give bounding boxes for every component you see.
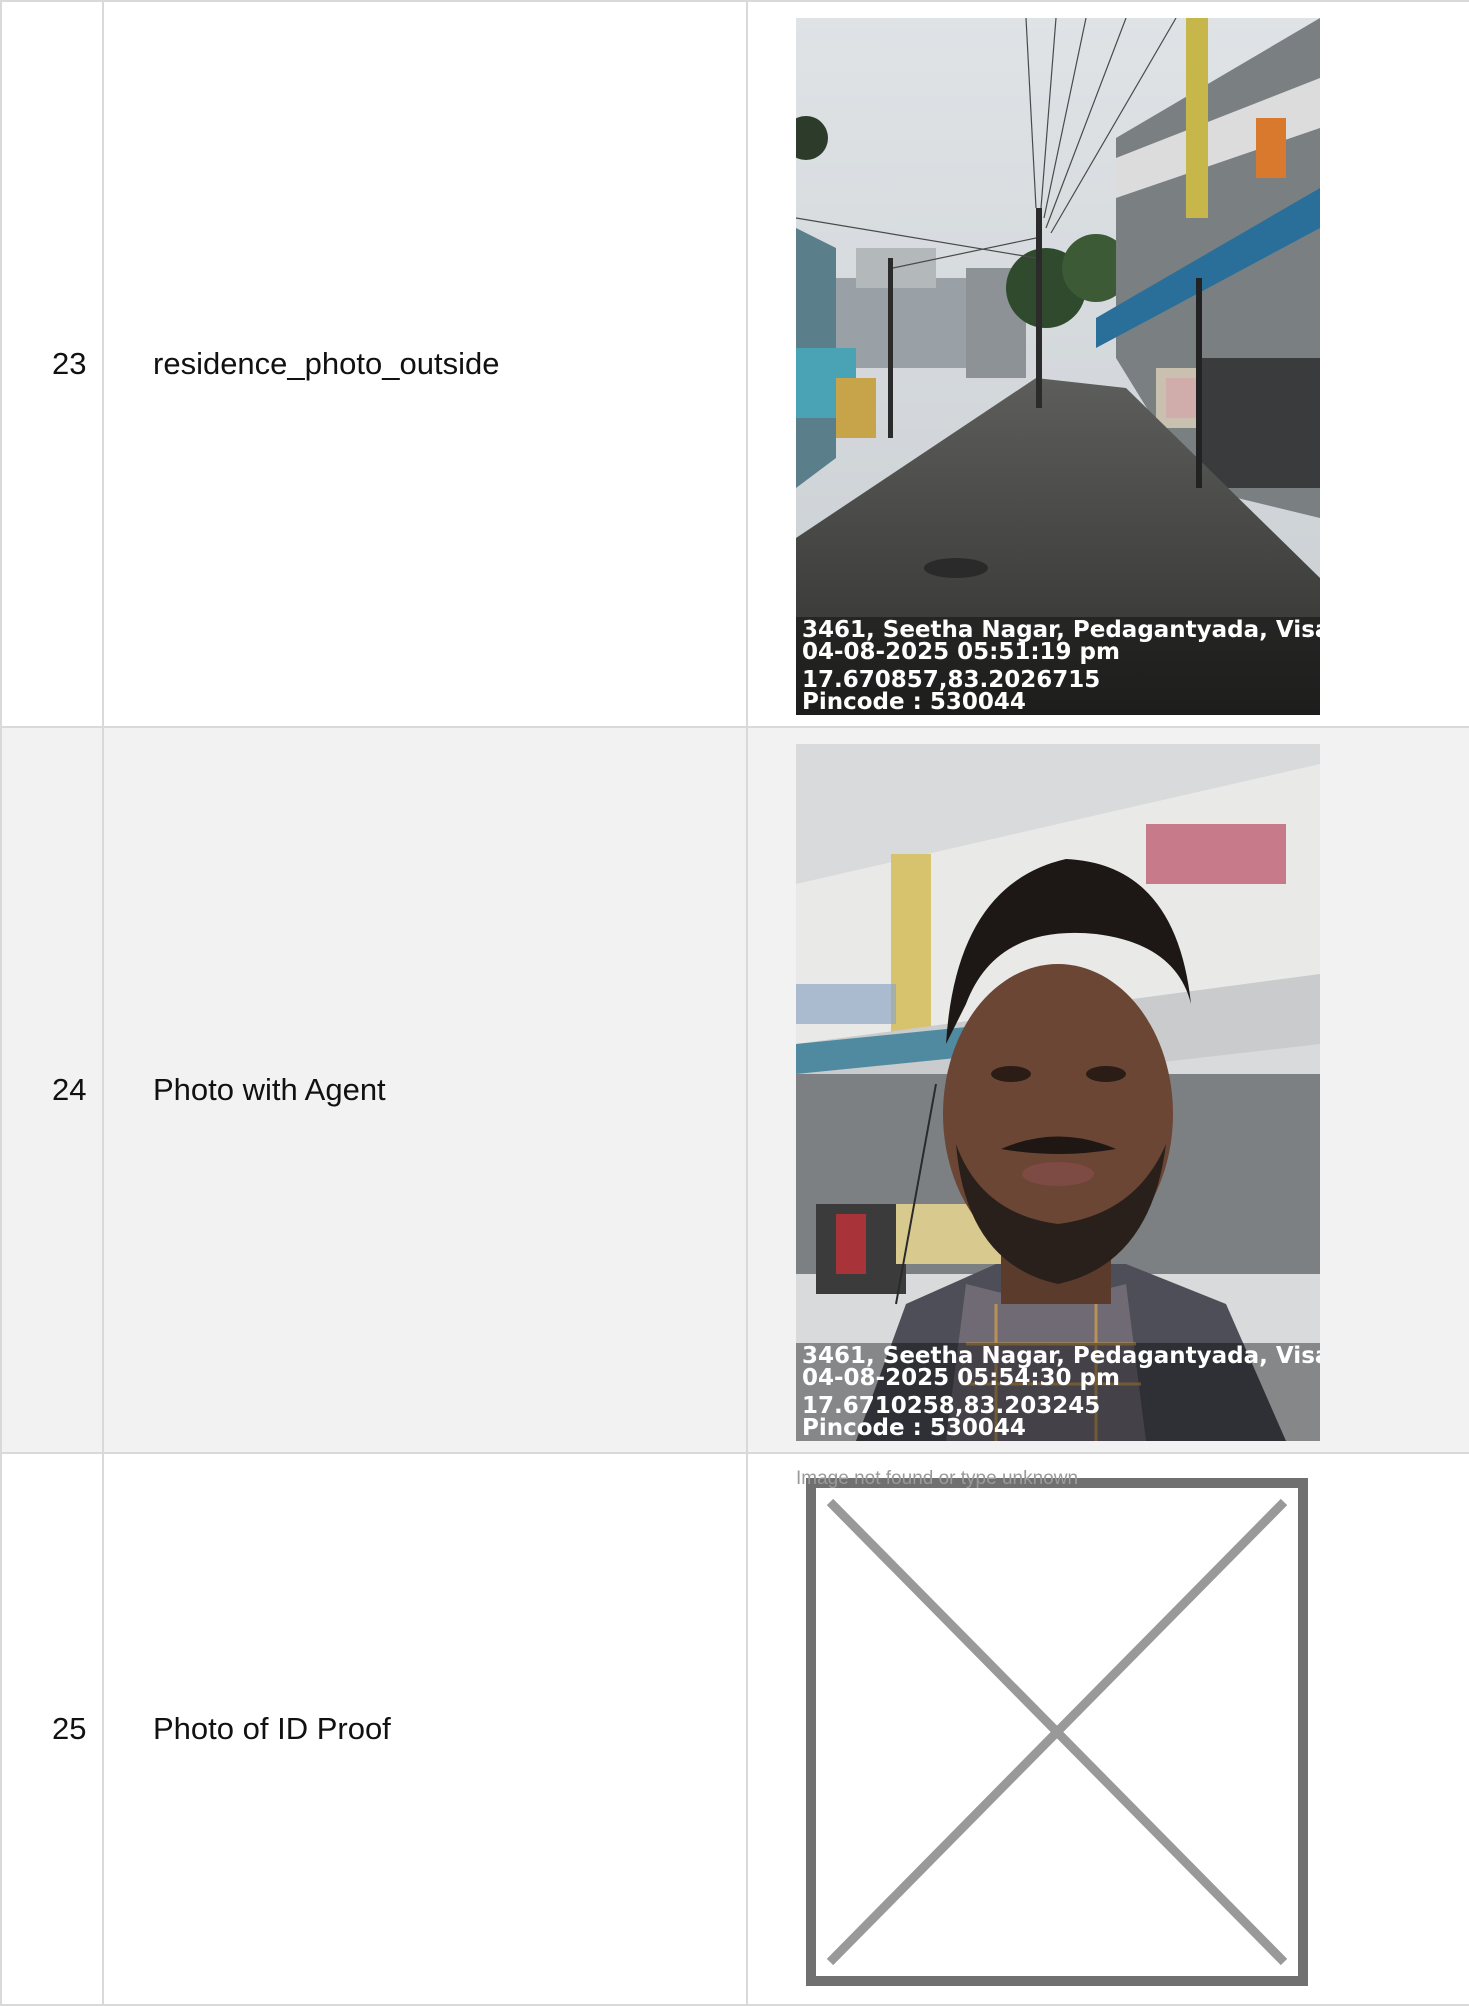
photo-geotag-overlay: 3461, Seetha Nagar, Pedagantyada, Visakh… [796, 617, 1320, 715]
row-label: Photo of ID Proof [102, 1452, 748, 2006]
geotag-address: 3461, Seetha Nagar, Pedagantyada, Visakh… [802, 1343, 1320, 1369]
report-table: 23 residence_photo_outside 3461, Seetha … [0, 0, 1469, 2006]
image-cell: Image not found or type unknown [746, 1452, 1469, 2006]
table-row: 25 Photo of ID Proof Image not found or … [0, 1452, 1469, 2006]
table-row: 23 residence_photo_outside 3461, Seetha … [0, 0, 1469, 728]
agent-selfie-photo: 3461, Seetha Nagar, Pedagantyada, Visakh… [796, 744, 1320, 1441]
geotag-pincode: Pincode : 530044 [802, 689, 1026, 715]
row-number: 24 [0, 726, 104, 1454]
row-number: 23 [0, 0, 104, 728]
photo-geotag-overlay: 3461, Seetha Nagar, Pedagantyada, Visakh… [796, 1343, 1320, 1441]
broken-image-text: Image not found or type unknown [796, 1468, 1079, 1489]
geotag-datetime: 04-08-2025 05:51:19 pm [802, 639, 1120, 665]
geotag-pincode: Pincode : 530044 [802, 1415, 1026, 1441]
image-cell: 3461, Seetha Nagar, Pedagantyada, Visakh… [746, 0, 1469, 728]
selfie-illustration [796, 744, 1320, 1441]
geotag-coords: 17.670857,83.2026715 [802, 667, 1101, 693]
row-number: 25 [0, 1452, 104, 2006]
table-row: 24 Photo with Agent 3461, Seetha Nagar, … [0, 726, 1469, 1454]
broken-image-placeholder: Image not found or type unknown [796, 1468, 1320, 1998]
geotag-coords: 17.6710258,83.203245 [802, 1393, 1101, 1419]
row-label: Photo with Agent [102, 726, 748, 1454]
row-label: residence_photo_outside [102, 0, 748, 728]
image-cell: 3461, Seetha Nagar, Pedagantyada, Visakh… [746, 726, 1469, 1454]
residence-outside-photo: 3461, Seetha Nagar, Pedagantyada, Visakh… [796, 18, 1320, 715]
geotag-datetime: 04-08-2025 05:54:30 pm [802, 1365, 1120, 1391]
street-scene-illustration [796, 18, 1320, 715]
broken-image-icon [806, 1478, 1308, 1986]
geotag-address: 3461, Seetha Nagar, Pedagantyada, Visakh… [802, 617, 1320, 643]
